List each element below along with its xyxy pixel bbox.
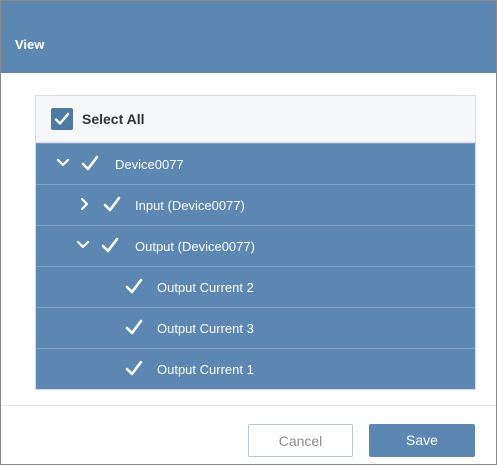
save-button[interactable]: Save [369,424,475,457]
dialog-title: View [15,37,45,52]
tree-row-label: Output Current 1 [157,362,254,377]
check-icon [54,112,70,125]
tree-row-output-current-3[interactable]: Output Current 3 [36,307,475,348]
check-icon[interactable] [80,153,100,173]
tree-row-label: Output (Device0077) [135,239,255,254]
chevron-down-icon[interactable] [56,156,70,170]
check-icon[interactable] [100,235,120,255]
tree-row-label: Output Current 2 [157,280,254,295]
dialog-header: View [1,1,496,73]
chevron-right-icon[interactable] [78,197,92,211]
select-all-row[interactable]: Select All [36,96,475,143]
tree-row-device0077[interactable]: Device0077 [36,143,475,184]
footer-divider [1,405,496,406]
check-icon[interactable] [124,276,144,296]
select-all-checkbox[interactable] [51,108,73,130]
tree-view: Select All Device0077 Input (Device0077) [35,95,476,390]
check-icon[interactable] [124,358,144,378]
select-all-label: Select All [82,111,145,127]
tree-row-label: Input (Device0077) [135,198,245,213]
tree-row-input[interactable]: Input (Device0077) [36,184,475,225]
tree-row-output-current-2[interactable]: Output Current 2 [36,266,475,307]
tree-row-label: Output Current 3 [157,321,254,336]
tree-row-output-current-1[interactable]: Output Current 1 [36,348,475,389]
check-icon[interactable] [102,194,122,214]
view-dialog: View Select All Device0077 Input (Device… [0,0,497,465]
tree-row-output[interactable]: Output (Device0077) [36,225,475,266]
tree-row-label: Device0077 [115,157,184,172]
chevron-down-icon[interactable] [76,238,90,252]
check-icon[interactable] [124,317,144,337]
cancel-button[interactable]: Cancel [248,424,353,457]
